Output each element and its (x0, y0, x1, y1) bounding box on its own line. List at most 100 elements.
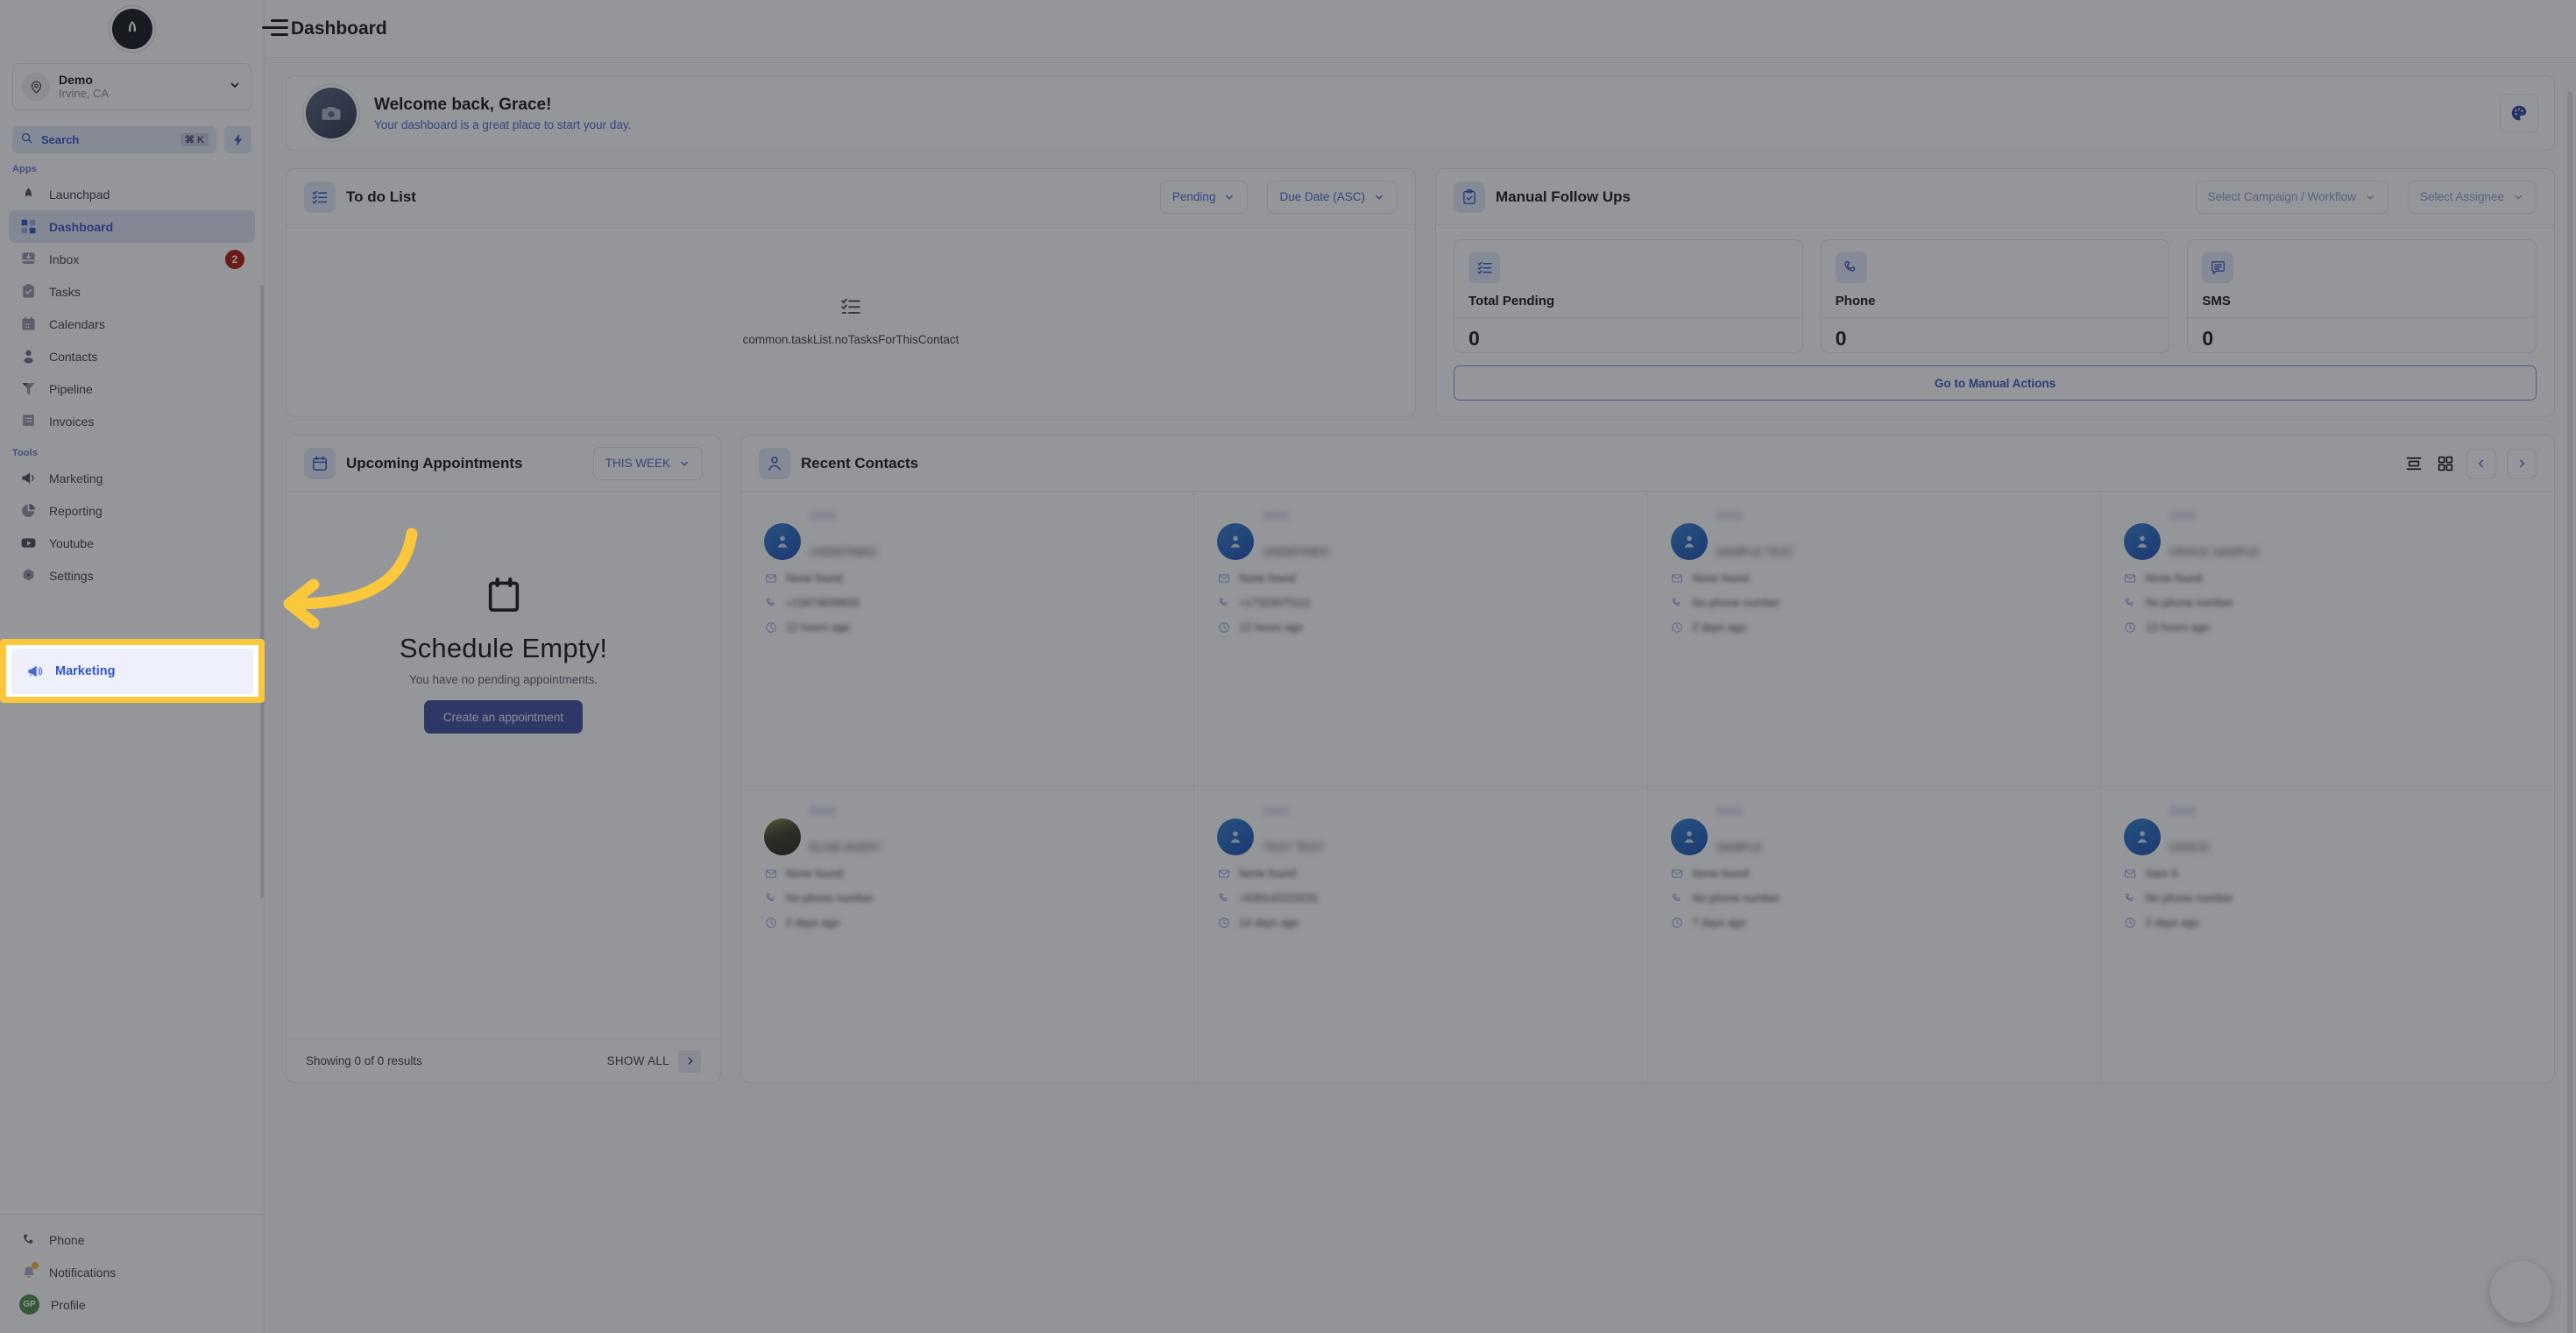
contact-phone-row: No phone number (1671, 596, 2077, 609)
avatar (1217, 523, 1255, 560)
quick-action-button[interactable] (224, 126, 251, 153)
sidebar-item-label: Marketing (49, 471, 103, 486)
chat-widget-button[interactable] (2490, 1261, 2551, 1322)
camera-avatar-icon[interactable] (306, 88, 357, 138)
contact-card[interactable]: ELISE AVERY None found No phone number 2 da… (741, 787, 1195, 1082)
clock-icon (764, 916, 777, 929)
upcoming-appointments-card: Upcoming Appointments THIS WEEK Schedule… (286, 435, 721, 1083)
contact-name: GRACE (2169, 840, 2210, 854)
sidebar-item-phone[interactable]: Phone (9, 1223, 255, 1256)
phone-icon (1217, 596, 1230, 609)
contact-email-row: None found (1671, 571, 2077, 585)
contact-card[interactable]: UNDEFINED None found +13474639933 12 hours … (741, 492, 1195, 787)
sidebar-item-invoices[interactable]: Invoices (9, 405, 255, 437)
stat-tile-value: 0 (1468, 327, 1480, 350)
contact-email: None found (1239, 867, 1296, 880)
contact-time: 2 days ago (786, 916, 840, 929)
welcome-banner: Welcome back, Grace! Your dashboard is a… (286, 75, 2555, 151)
stat-tile-value: 0 (2202, 327, 2214, 350)
sidebar-item-settings[interactable]: Settings (9, 559, 255, 592)
appointments-empty-heading: Schedule Empty! (399, 633, 608, 663)
sidebar-item-label: Calendars (49, 316, 105, 331)
todo-sort-filter[interactable]: Due Date (ASC) (1267, 180, 1398, 214)
avatar (2123, 523, 2161, 560)
chevron-left-icon (2478, 458, 2484, 468)
contact-time-row: 7 days ago (1671, 916, 2077, 929)
contact-card[interactable]: GRACE Sam S No phone number 2 days ago (2101, 787, 2554, 1082)
avatar (1217, 819, 1255, 855)
location-switcher[interactable]: Demo Irvine, CA (12, 63, 251, 110)
create-appointment-button[interactable]: Create an appointment (423, 700, 584, 734)
contact-card[interactable]: SAMPLE TEST None found No phone number 2 da… (1647, 492, 2101, 787)
contact-tag-chip (1263, 511, 1290, 521)
avatar (2123, 819, 2161, 855)
sidebar-item-reporting[interactable]: Reporting (9, 494, 255, 527)
contact-tag-chip (1716, 511, 1743, 521)
stat-tile-top: Total Pending (1454, 240, 1802, 317)
bell-icon (19, 1262, 39, 1281)
grid-view-icon[interactable] (2435, 453, 2456, 474)
app-logo[interactable] (111, 9, 152, 49)
assignee-filter[interactable]: Select Assignee (2407, 180, 2537, 214)
contact-name-row: ELISE AVERY (764, 819, 1171, 855)
appointments-empty-state: Schedule Empty! You have no pending appo… (287, 492, 720, 1039)
clipboard-check-icon (19, 282, 38, 301)
recent-contacts-grid: UNDEFINED None found +13474639933 12 hours … (741, 492, 2554, 1082)
clock-icon (1671, 916, 1684, 929)
sidebar-item-pipeline[interactable]: Pipeline (9, 372, 255, 405)
sidebar-item-tasks[interactable]: Tasks (9, 275, 255, 308)
sidebar-item-inbox[interactable]: Inbox 2 (9, 243, 255, 275)
inbox-icon (19, 250, 38, 268)
contact-card[interactable]: UNDEFINED None found +17323075111 12 hours … (1194, 492, 1648, 787)
contact-phone-row: No phone number (2124, 891, 2531, 904)
user-icon (19, 347, 38, 365)
contact-phone-row: +17323075111 (1217, 596, 1624, 609)
stat-tile-sms: SMS 0 (2187, 239, 2537, 353)
contact-time: 14 days ago (1239, 916, 1299, 929)
appointments-range-filter[interactable]: THIS WEEK (592, 446, 703, 480)
theme-palette-button[interactable] (2500, 94, 2538, 132)
phone-icon (2124, 891, 2137, 904)
contact-name: SAMPLE (1716, 840, 1763, 854)
sidebar-item-marketing[interactable]: Marketing (9, 462, 255, 494)
go-to-manual-actions-label: Go to Manual Actions (1934, 376, 2056, 390)
recent-contacts-next-button[interactable] (2507, 448, 2537, 479)
contact-tag-chip (810, 511, 836, 521)
main-scrollbar[interactable] (2567, 91, 2572, 1333)
recent-contacts-prev-button[interactable] (2466, 448, 2496, 479)
show-all-button[interactable]: SHOW ALL (607, 1049, 701, 1073)
contact-email: None found (2145, 571, 2203, 585)
sidebar-item-youtube[interactable]: Youtube (9, 527, 255, 559)
contact-card[interactable]: SAMPLE None found No phone number 7 days ag… (1648, 787, 2101, 1082)
contact-phone-row: No phone number (764, 891, 1171, 904)
sidebar-item-notifications[interactable]: Notifications (9, 1256, 255, 1288)
rocket-icon (19, 185, 38, 203)
stat-tile-total-pending: Total Pending 0 (1454, 239, 1803, 353)
go-to-manual-actions-button[interactable]: Go to Manual Actions (1454, 365, 2537, 401)
sidebar-toggle-button[interactable] (262, 19, 288, 39)
sidebar-item-label: Reporting (49, 503, 103, 518)
contact-email: None found (1692, 571, 1750, 585)
campaign-workflow-filter[interactable]: Select Campaign / Workflow (2195, 180, 2388, 214)
search-label: Search (41, 133, 80, 146)
list-view-icon[interactable] (2403, 453, 2424, 474)
todo-status-filter[interactable]: Pending (1159, 180, 1249, 214)
contact-card[interactable]: TEST TEST None found +639142223231 14 days … (1194, 787, 1648, 1082)
highlighted-sidebar-item-marketing[interactable]: Marketing (0, 639, 265, 703)
dashboard-content: Welcome back, Grace! Your dashboard is a… (265, 58, 2576, 1333)
contact-name-row: UNDEFINED (764, 523, 1171, 560)
notification-dot (32, 1262, 39, 1269)
sidebar-item-launchpad[interactable]: Launchpad (9, 178, 255, 210)
todo-list-empty-state: common.taskList.noTasksForThisContact (287, 225, 1415, 416)
sidebar-scrollbar[interactable] (260, 285, 264, 898)
sidebar-item-dashboard[interactable]: Dashboard (9, 210, 255, 243)
search-input[interactable]: Search ⌘ K (12, 126, 216, 153)
contact-phone: No phone number (786, 891, 874, 904)
phone-icon (1671, 596, 1684, 609)
contact-phone: No phone number (1692, 891, 1780, 904)
sidebar-item-contacts[interactable]: Contacts (9, 340, 255, 372)
contact-card[interactable]: GRACE SAMPLE None found No phone number 12 … (2100, 492, 2554, 787)
contact-tag-chip (810, 806, 836, 816)
sidebar-item-profile[interactable]: GP Profile (9, 1288, 255, 1321)
sidebar-item-calendars[interactable]: Calendars (9, 308, 255, 340)
